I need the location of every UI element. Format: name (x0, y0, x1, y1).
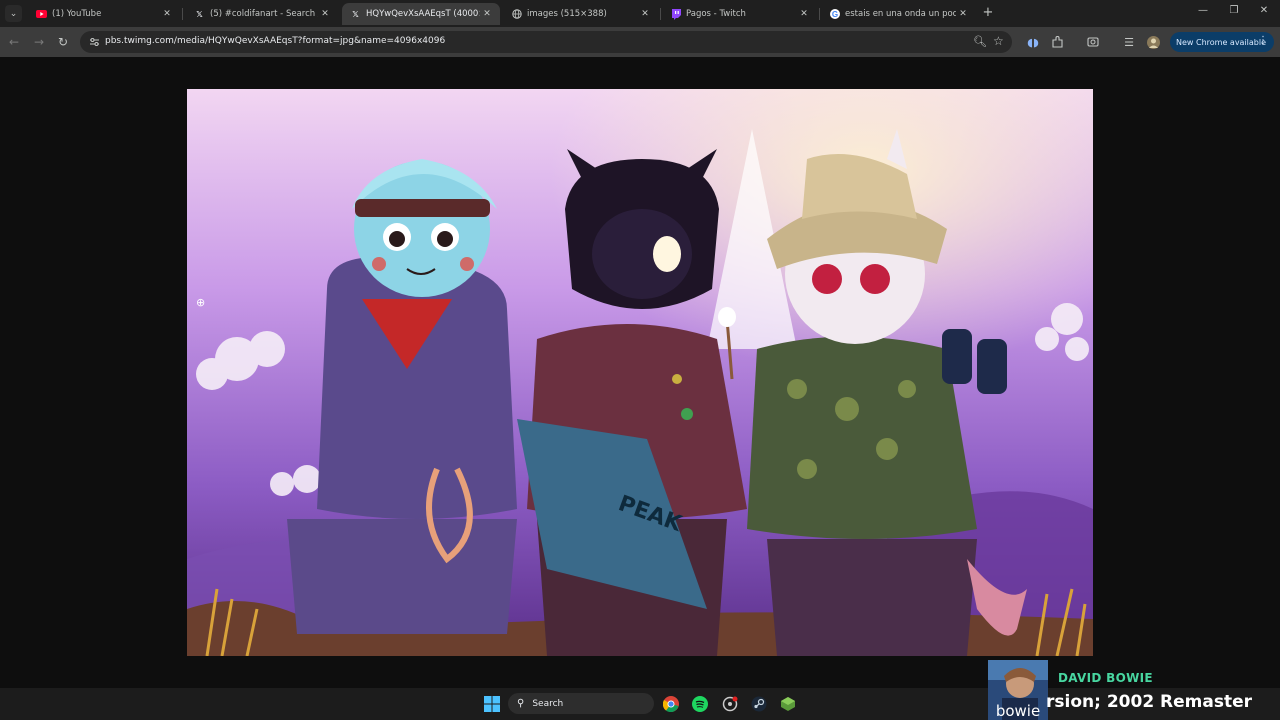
displayed-image[interactable]: PEAK (187, 89, 1093, 656)
close-icon[interactable]: ✕ (480, 9, 494, 19)
chrome-icon (663, 696, 679, 712)
x-icon: 𝕏 (196, 9, 203, 19)
minimize-button[interactable]: — (1193, 5, 1213, 16)
tab-title: images (515×388) (527, 9, 607, 19)
close-icon: ✕ (1259, 5, 1269, 16)
url-text[interactable]: pbs.twimg.com/media/HQYwQevXsAAEqsT?form… (105, 36, 445, 46)
page-viewport: PEAK ⊕ (0, 57, 1280, 688)
reload-icon: ↻ (57, 35, 69, 49)
youtube-icon (36, 9, 47, 20)
zoom-icon[interactable]: 🔍︎ (973, 35, 987, 48)
screenshot-icon[interactable] (1086, 35, 1100, 49)
close-icon[interactable]: ✕ (956, 9, 970, 19)
steam-icon (751, 696, 767, 712)
tab-divider (182, 8, 183, 20)
track-title: rsion; 2002 Remaster (1046, 692, 1253, 712)
taskbar-steam[interactable] (750, 695, 768, 713)
artist-name: DAVID BOWIE (1058, 671, 1153, 685)
google-icon: G (829, 9, 840, 20)
search-placeholder: Search (532, 698, 564, 709)
back-button[interactable]: ← (6, 34, 22, 50)
tab-title: Pagos - Twitch (686, 9, 746, 19)
bookmark-star-icon[interactable]: ☆ (993, 34, 1004, 48)
taskbar-search[interactable]: ⚲ Search (508, 693, 654, 714)
new-tab-button[interactable]: + (981, 6, 995, 20)
close-icon[interactable]: ✕ (318, 9, 332, 19)
tab-title: estais en una onda un poco neg (845, 9, 956, 19)
cover-text: bowie (996, 702, 1040, 720)
zoom-in-cursor-icon: ⊕ (196, 296, 206, 309)
media-controls-icon[interactable]: ◖◗ (1026, 35, 1040, 49)
plus-icon: + (982, 5, 994, 20)
twitch-icon (670, 8, 681, 20)
tab-twitch[interactable]: Pagos - Twitch ✕ (662, 3, 817, 25)
more-options-icon[interactable]: ⋮ (1258, 35, 1268, 46)
search-icon: ⚲ (517, 698, 525, 709)
forward-button[interactable]: → (31, 34, 47, 50)
restore-button[interactable]: ❐ (1224, 5, 1244, 16)
chrome-update-button[interactable]: New Chrome available ⋮ (1170, 32, 1274, 52)
globe-icon (511, 9, 522, 20)
reload-button[interactable]: ↻ (55, 34, 71, 50)
album-cover: bowie (988, 660, 1048, 720)
cube-icon (781, 697, 795, 711)
windows-icon (484, 696, 500, 712)
now-playing-overlay: bowie DAVID BOWIE rsion; 2002 Remaster (988, 660, 1280, 720)
tab-google[interactable]: G estais en una onda un poco neg ✕ (821, 3, 976, 25)
close-icon[interactable]: ✕ (797, 9, 811, 19)
address-bar[interactable]: pbs.twimg.com/media/HQYwQevXsAAEqsT?form… (80, 31, 1012, 53)
minimize-icon: — (1198, 5, 1208, 16)
taskbar-chrome[interactable] (662, 695, 680, 713)
start-button[interactable] (483, 695, 501, 713)
tab-strip: ⌄ (1) YouTube ✕ 𝕏 (5) #coldifanart - Sea… (0, 0, 1280, 27)
extensions-icon[interactable] (1050, 35, 1064, 49)
app-icon (722, 696, 738, 712)
taskbar-spotify[interactable] (691, 695, 709, 713)
tab-divider (819, 8, 820, 20)
browser-toolbar: ← → ↻ pbs.twimg.com/media/HQYwQevXsAAEqs… (0, 27, 1280, 57)
close-window-button[interactable]: ✕ (1254, 5, 1274, 16)
update-label: New Chrome available (1176, 37, 1267, 47)
svg-text:G: G (831, 10, 837, 19)
chevron-down-icon: ⌄ (9, 8, 18, 19)
tab-title: (1) YouTube (52, 9, 102, 19)
tab-title: (5) #coldifanart - Search / X (210, 9, 318, 19)
close-icon[interactable]: ✕ (160, 9, 174, 19)
tab-youtube[interactable]: (1) YouTube ✕ (28, 3, 180, 25)
tab-image-active[interactable]: 𝕏 HQYwQevXsAAEqsT (4000×250 ✕ (342, 3, 500, 25)
spotify-icon (692, 696, 708, 712)
restore-icon: ❐ (1229, 5, 1239, 16)
tab-images[interactable]: images (515×388) ✕ (503, 3, 658, 25)
taskbar-app-cube[interactable] (779, 695, 797, 713)
taskbar-app-circle[interactable] (721, 695, 739, 713)
reading-list-icon[interactable]: ☰ (1122, 35, 1136, 49)
tab-search-button[interactable]: ⌄ (5, 5, 22, 22)
tab-divider (660, 8, 661, 20)
avatar[interactable] (1146, 35, 1160, 49)
tab-title: HQYwQevXsAAEqsT (4000×250 (366, 9, 480, 19)
close-icon[interactable]: ✕ (638, 9, 652, 19)
tab-x-search[interactable]: 𝕏 (5) #coldifanart - Search / X ✕ (186, 3, 338, 25)
arrow-left-icon: ← (8, 35, 20, 49)
x-icon: 𝕏 (352, 9, 359, 19)
arrow-right-icon: → (33, 35, 45, 49)
site-info-icon[interactable] (88, 36, 100, 48)
